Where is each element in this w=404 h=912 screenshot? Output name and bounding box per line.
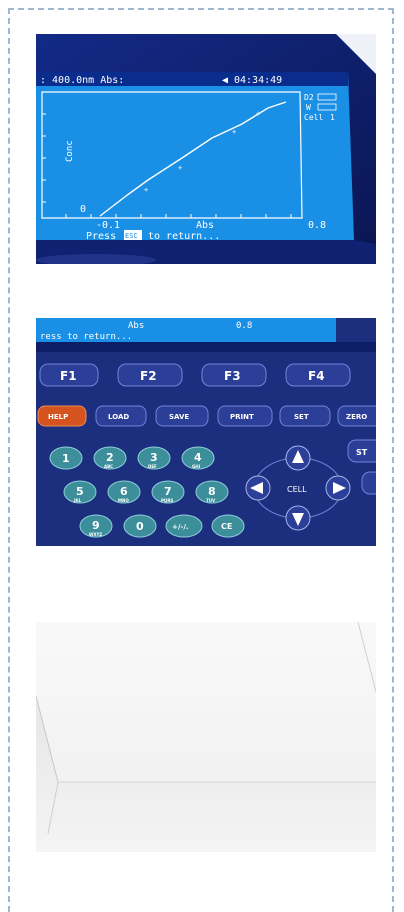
y-zero-label: 0 <box>80 204 86 215</box>
key-9-sub: WXYZ <box>89 532 102 537</box>
f3-key-label: F3 <box>224 369 241 383</box>
lid-photo <box>36 622 376 852</box>
f2-key-label: F2 <box>140 369 157 383</box>
strip-footer: ress to return... <box>40 332 132 342</box>
side-label-d2: D2 <box>304 93 314 102</box>
key-8-sub: TUV <box>206 498 216 503</box>
save-key-label: SAVE <box>169 413 189 421</box>
key-6-label: 6 <box>120 485 128 498</box>
load-key-label: LOAD <box>108 413 129 421</box>
status-time: 04:34:49 <box>234 75 282 86</box>
key-6-sub: MNO <box>118 498 129 503</box>
key-3-sub: DEF <box>148 464 157 469</box>
key-2-sub: ABC <box>104 464 113 469</box>
y-axis-label: Conc <box>65 140 75 162</box>
key-3-label: 3 <box>150 451 158 464</box>
key-7-sub: PQRS <box>161 498 173 503</box>
side-key-2[interactable] <box>361 471 376 495</box>
svg-text:+: + <box>144 186 148 194</box>
speaker-icon: ◀ <box>222 75 228 86</box>
key-1-label: 1 <box>62 452 70 465</box>
key-7-label: 7 <box>164 485 172 498</box>
f1-key-label: F1 <box>60 369 77 383</box>
zero-key-label: ZERO <box>346 413 367 421</box>
footer-esc-key: ESC <box>125 232 138 240</box>
cell-number: 1 <box>330 113 335 122</box>
side-key-label: ST <box>356 448 368 457</box>
keypad-photo: Abs 0.8 ress to return... F1 F2 F3 F4 HE… <box>36 318 376 546</box>
strip-axis-label: Abs <box>128 321 144 331</box>
set-key-label: SET <box>294 413 309 421</box>
svg-text:+: + <box>178 164 182 172</box>
f4-key-label: F4 <box>308 369 325 383</box>
cell-label: CELL <box>287 485 307 494</box>
ce-key-label: CE <box>221 522 232 531</box>
x-axis-label: Abs <box>196 220 214 231</box>
key-5-sub: JKL <box>73 498 82 503</box>
key-4-sub: GHI <box>192 464 201 469</box>
x-min-label: -0.1 <box>96 220 120 231</box>
print-key-label: PRINT <box>230 413 254 421</box>
x-max-label: 0.8 <box>308 220 326 231</box>
strip-max-label: 0.8 <box>236 321 252 331</box>
key-9-label: 9 <box>92 519 100 532</box>
key-0-label: 0 <box>136 520 144 533</box>
side-label-w: W <box>306 103 311 112</box>
sign-key-label: +/-/. <box>172 523 189 531</box>
status-text: : 400.0nm Abs: <box>40 75 124 86</box>
side-label-cell: Cell <box>304 113 323 122</box>
help-key-label: HELP <box>48 413 68 421</box>
key-5-label: 5 <box>76 485 84 498</box>
screen-photo: : 400.0nm Abs: ◀ 04:34:49 + + + + Conc 0 -0… <box>36 34 376 264</box>
svg-text:+: + <box>256 110 260 118</box>
key-8-label: 8 <box>208 485 216 498</box>
key-4-label: 4 <box>194 451 202 464</box>
key-2-label: 2 <box>106 451 114 464</box>
svg-text:+: + <box>232 128 236 136</box>
